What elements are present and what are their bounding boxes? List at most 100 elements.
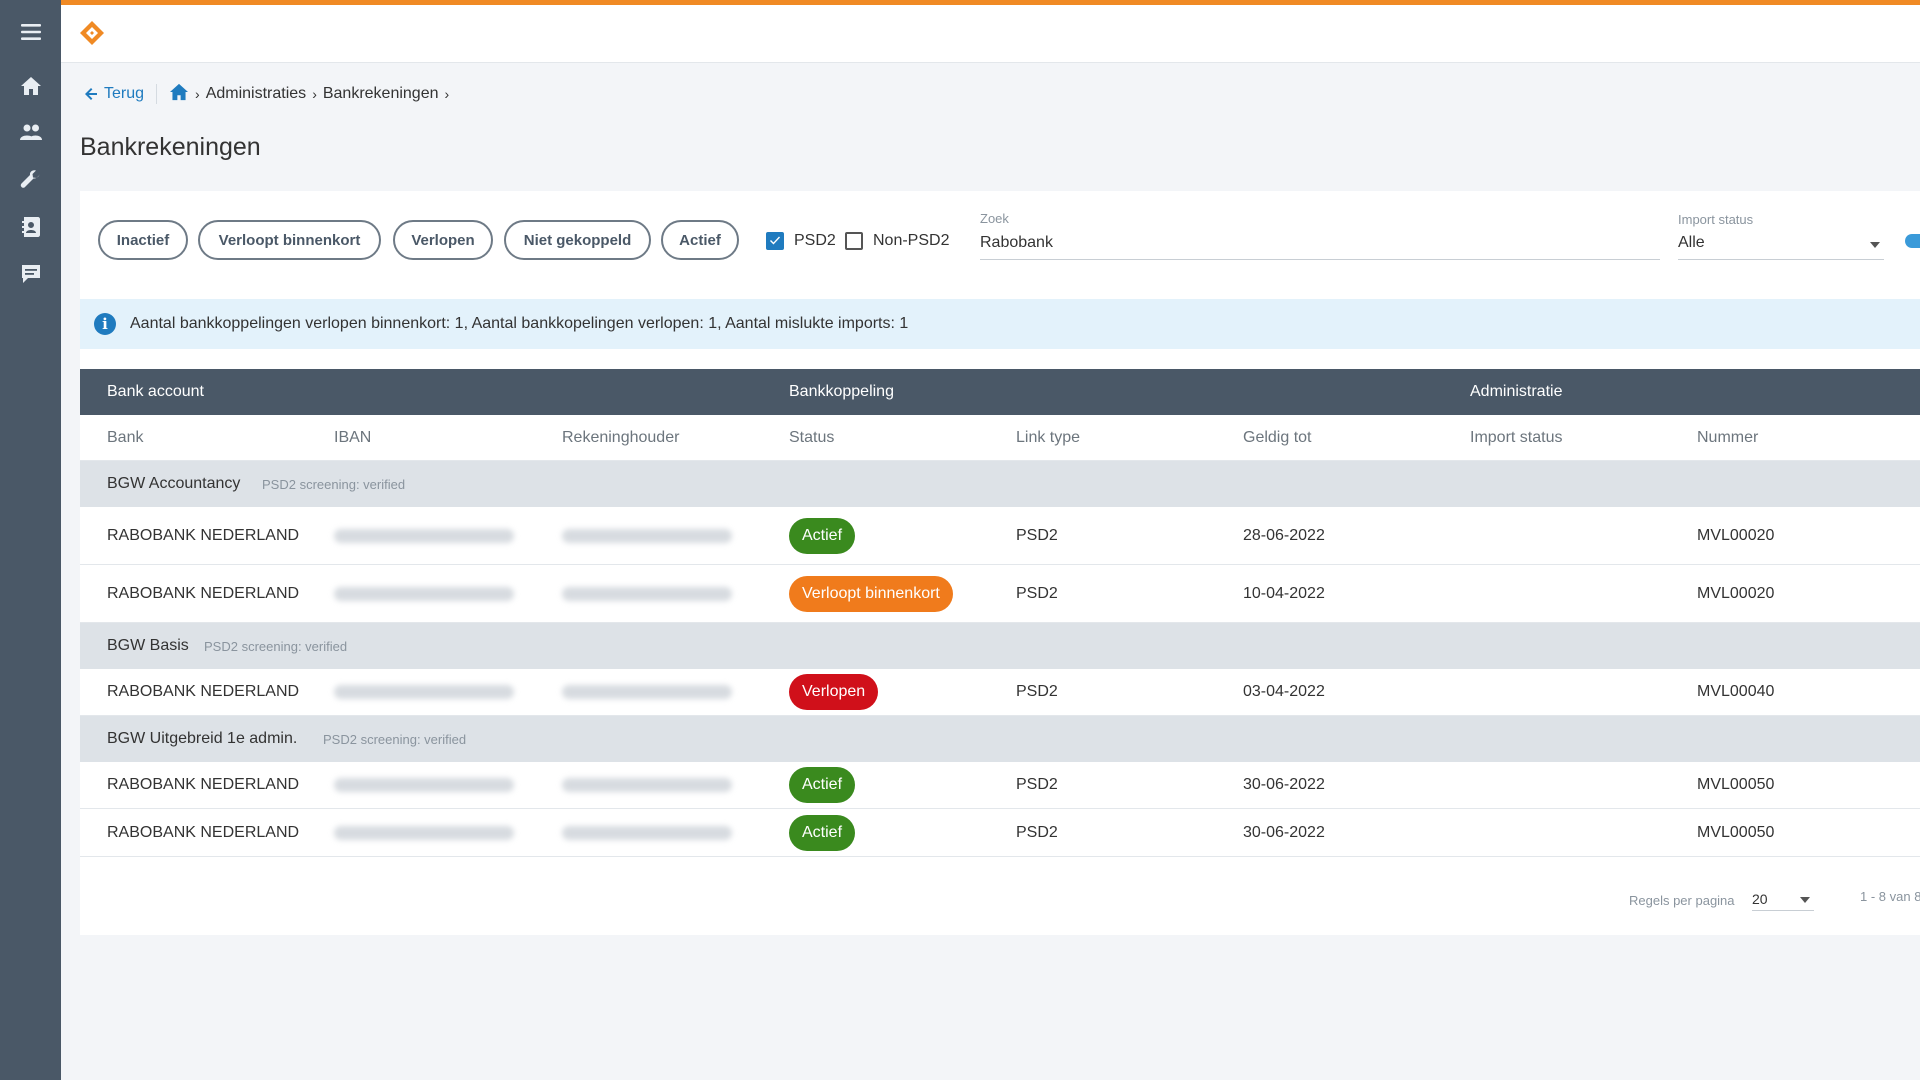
import-status-select[interactable]: Alle — [1678, 234, 1884, 260]
column-iban[interactable]: IBAN — [334, 429, 371, 447]
pagination: Regels per pagina 20 1 - 8 van 8 — [80, 881, 1920, 921]
cell-iban-redacted — [334, 685, 514, 699]
caret-down-icon — [1870, 242, 1880, 248]
column-geldig-tot[interactable]: Geldig tot — [1243, 429, 1311, 447]
column-nummer[interactable]: Nummer — [1697, 429, 1758, 447]
filter-inactief-button[interactable]: Inactief — [98, 220, 188, 260]
home-icon — [170, 83, 189, 100]
wrench-icon — [20, 170, 40, 188]
table-body: BGW Accountancy PSD2 screening: verified R… — [80, 461, 1920, 857]
chevron-right-icon: › — [195, 86, 200, 102]
column-import-status[interactable]: Import status — [1470, 429, 1562, 447]
hamburger-icon — [20, 24, 41, 40]
psd2-checkbox[interactable]: PSD2 — [766, 232, 836, 250]
section-name: BGW Accountancy — [107, 475, 241, 492]
cell-link-type: PSD2 — [1016, 683, 1058, 700]
table-row[interactable]: RABOBANK NEDERLAND Actief PSD2 28-06-2022 MV… — [80, 507, 1920, 565]
app-logo-icon[interactable] — [77, 18, 107, 48]
checkbox-unchecked-icon — [845, 232, 863, 250]
column-status[interactable]: Status — [789, 429, 834, 447]
section-screening-note: PSD2 screening: verified — [204, 639, 348, 654]
status-badge: Actief — [789, 517, 856, 554]
back-link[interactable]: Terug — [84, 85, 144, 103]
cell-nummer: MVL00040 — [1697, 683, 1775, 700]
caret-down-icon — [1800, 897, 1810, 903]
content-panel: Inactief Verloopt binnenkort Verlopen Ni… — [80, 191, 1920, 935]
nav-tools[interactable] — [0, 158, 61, 202]
cell-rekeninghouder-redacted — [562, 586, 732, 601]
section-row: BGW Basis PSD2 screening: verified — [80, 623, 1920, 669]
chevron-right-icon: › — [312, 86, 317, 102]
sidebar — [0, 0, 61, 1080]
cell-rekeninghouder-redacted — [562, 685, 732, 699]
non-psd2-checkbox[interactable]: Non-PSD2 — [845, 232, 949, 250]
breadcrumb: Terug › Administraties › Bankrekeningen … — [84, 83, 455, 105]
cell-iban-redacted — [334, 528, 514, 543]
cell-rekeninghouder-redacted — [562, 778, 732, 792]
group-bankkoppeling: Bankkoppeling — [789, 383, 894, 400]
cell-geldig-tot: 03-04-2022 — [1243, 683, 1325, 700]
filter-verlopen-button[interactable]: Verlopen — [393, 220, 493, 260]
section-screening-note: PSD2 screening: verified — [323, 732, 467, 747]
contact-book-icon — [21, 217, 40, 237]
cell-rekeninghouder-redacted — [562, 825, 732, 840]
page-title: Bankrekeningen — [80, 133, 261, 161]
table-row[interactable]: RABOBANK NEDERLAND Actief PSD2 30-06-2022 MV… — [80, 762, 1920, 809]
cell-link-type: PSD2 — [1016, 584, 1058, 602]
cell-nummer: MVL00050 — [1697, 823, 1775, 841]
cell-geldig-tot: 30-06-2022 — [1243, 776, 1325, 793]
group-administratie: Administratie — [1470, 383, 1563, 400]
filter-verloopt-binnenkort-button[interactable]: Verloopt binnenkort — [198, 220, 381, 260]
bank-accounts-table: Bank account Bankkoppeling Administratie… — [80, 369, 1920, 857]
toggle-switch[interactable] — [1905, 234, 1920, 248]
cell-bank: RABOBANK NEDERLAND — [107, 526, 300, 544]
column-rekeninghouder[interactable]: Rekeninghouder — [562, 429, 679, 447]
section-row: BGW Accountancy PSD2 screening: verified — [80, 461, 1920, 507]
nav-messages[interactable] — [0, 252, 61, 296]
filter-niet-gekoppeld-button[interactable]: Niet gekoppeld — [504, 220, 651, 260]
arrow-left-icon — [85, 88, 97, 100]
table-column-header: Bank IBAN Rekeninghouder Status Link typ… — [80, 415, 1920, 461]
cell-iban-redacted — [334, 778, 514, 792]
table-row[interactable]: RABOBANK NEDERLAND Verlopen PSD2 03-04-2022… — [80, 669, 1920, 716]
breadcrumb-administraties[interactable]: Administraties — [206, 85, 306, 103]
nav-contacts[interactable] — [0, 205, 61, 249]
cell-link-type: PSD2 — [1016, 776, 1058, 793]
table-row[interactable]: RABOBANK NEDERLAND Verloopt binnenkort PSD… — [80, 565, 1920, 623]
cell-nummer: MVL00050 — [1697, 776, 1775, 793]
rows-per-page-label: Regels per pagina — [1629, 893, 1735, 908]
pagination-range: 1 - 8 van 8 — [1860, 889, 1920, 904]
back-link-label: Terug — [104, 85, 145, 102]
table-row[interactable]: RABOBANK NEDERLAND Actief PSD2 30-06-2022 MV… — [80, 809, 1920, 857]
rows-per-page-select[interactable]: 20 — [1752, 887, 1814, 911]
cell-geldig-tot: 30-06-2022 — [1243, 823, 1325, 841]
app-header — [61, 5, 1920, 63]
cell-iban-redacted — [334, 586, 514, 601]
search-label: Zoek — [980, 211, 1009, 226]
breadcrumb-bankrekeningen[interactable]: Bankrekeningen — [323, 85, 439, 103]
cell-bank: RABOBANK NEDERLAND — [107, 776, 300, 793]
column-bank[interactable]: Bank — [107, 429, 143, 447]
status-badge: Verlopen — [789, 674, 879, 710]
group-bank-account: Bank account — [107, 383, 204, 400]
rows-per-page-value: 20 — [1752, 891, 1768, 907]
column-link-type[interactable]: Link type — [1016, 429, 1080, 447]
menu-button[interactable] — [0, 10, 61, 54]
users-icon — [19, 124, 42, 140]
section-screening-note: PSD2 screening: verified — [262, 477, 406, 492]
breadcrumb-home[interactable] — [169, 83, 189, 106]
cell-geldig-tot: 28-06-2022 — [1243, 526, 1325, 544]
filter-actief-button[interactable]: Actief — [661, 220, 739, 260]
search-input[interactable]: Rabobank — [980, 234, 1660, 260]
cell-bank: RABOBANK NEDERLAND — [107, 584, 300, 602]
status-badge: Verloopt binnenkort — [789, 575, 953, 612]
nav-users[interactable] — [0, 110, 61, 154]
info-icon: i — [94, 313, 116, 335]
cell-link-type: PSD2 — [1016, 526, 1058, 544]
nav-home[interactable] — [0, 64, 61, 108]
cell-bank: RABOBANK NEDERLAND — [107, 683, 300, 700]
chat-icon — [21, 265, 40, 283]
cell-geldig-tot: 10-04-2022 — [1243, 584, 1325, 602]
cell-bank: RABOBANK NEDERLAND — [107, 823, 300, 841]
section-row: BGW Uitgebreid 1e admin. PSD2 screening: … — [80, 716, 1920, 762]
